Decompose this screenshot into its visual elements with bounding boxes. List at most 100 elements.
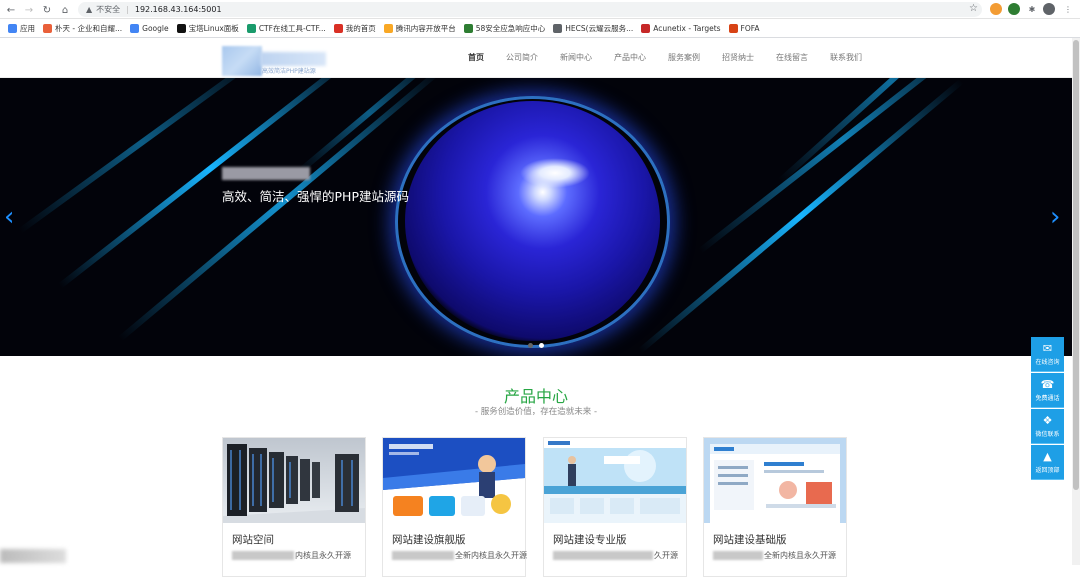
nav-item[interactable]: 公司简介 xyxy=(506,52,538,63)
bookmark-item[interactable]: HECS(云耀云服务... xyxy=(553,23,633,34)
warning-icon: ▲ xyxy=(86,5,93,14)
phone-icon: ☎ xyxy=(1040,377,1055,391)
address-separator: | xyxy=(126,5,129,14)
bookmark-favicon-icon xyxy=(246,23,256,33)
forward-icon[interactable]: → xyxy=(21,2,37,18)
side-tool-consult[interactable]: ✉ 在线咨询 xyxy=(1031,337,1064,372)
bookmark-item[interactable]: 腾讯内容开放平台 xyxy=(383,23,456,34)
back-icon[interactable]: ← xyxy=(3,2,19,18)
side-tool-label: 微信联系 xyxy=(1035,430,1060,438)
bookmark-item[interactable]: 58安全应急响应中心 xyxy=(463,23,546,34)
slide-dot[interactable] xyxy=(539,343,544,348)
bookmark-favicon-icon xyxy=(130,23,140,33)
product-image-flagship xyxy=(383,438,525,523)
product-card[interactable]: 网站建设专业版 久开源 xyxy=(543,437,687,577)
bookmark-favicon-icon xyxy=(176,23,186,33)
scrollbar-thumb[interactable] xyxy=(1073,40,1079,490)
product-name: 网站建设旗舰版 xyxy=(392,534,466,546)
extension-icon-1[interactable] xyxy=(990,3,1002,15)
logo-text-blur xyxy=(260,52,326,66)
side-tool-call[interactable]: ☎ 免费通话 xyxy=(1031,373,1064,408)
nav-item[interactable]: 联系我们 xyxy=(830,52,862,63)
slide-dot[interactable] xyxy=(528,343,533,348)
product-card[interactable]: 网站建设基础版 全新内核且永久开源 xyxy=(703,437,847,577)
blurred-text xyxy=(713,551,763,560)
site-header: 高效简洁PHP建站源 首页 公司简介 新闻中心 产品中心 服务案例 招贤纳士 在线留言 联系我… xyxy=(0,38,1072,78)
bookmark-item[interactable]: 应用 xyxy=(8,23,35,34)
hero-blurred-label xyxy=(222,167,310,180)
bookmark-label: FOFA xyxy=(740,23,760,33)
product-desc: 全新内核且永久开源 xyxy=(392,550,527,561)
side-tool-top[interactable]: ▲ 返回顶部 xyxy=(1031,445,1064,480)
nav-item[interactable]: 服务案例 xyxy=(668,52,700,63)
bookmark-item[interactable]: 我的首页 xyxy=(333,23,376,34)
hero-flare xyxy=(520,158,590,188)
bookmark-item[interactable]: Acunetix - Targets xyxy=(641,23,721,33)
avatar-icon[interactable] xyxy=(1043,3,1055,15)
reload-icon[interactable]: ↻ xyxy=(39,2,55,18)
product-desc-text: 内核且永久开源 xyxy=(295,551,351,560)
nav-item[interactable]: 产品中心 xyxy=(614,52,646,63)
product-card[interactable]: 网站空间 内核且永久开源 xyxy=(222,437,366,577)
product-name: 网站建设专业版 xyxy=(553,534,627,546)
blurred-text xyxy=(232,551,294,560)
bookmark-item[interactable]: CTF在线工具-CTF... xyxy=(246,23,326,34)
bookmark-label: CTF在线工具-CTF... xyxy=(258,23,326,33)
side-tool-label: 免费通话 xyxy=(1035,394,1060,402)
product-card[interactable]: 网站建设旗舰版 全新内核且永久开源 xyxy=(382,437,527,577)
address-bar[interactable]: ▲ 不安全 | 192.168.43.164:5001 ☆ xyxy=(78,2,982,17)
bookmark-favicon-icon xyxy=(43,23,52,33)
bookmark-label: 我的首页 xyxy=(345,23,376,33)
product-image-servers xyxy=(223,438,365,523)
prev-slide-icon[interactable]: ‹ xyxy=(4,202,18,232)
hero-title: 高效、简洁、强悍的PHP建站源码 xyxy=(222,189,409,204)
side-tool-wechat[interactable]: ❖ 微信联系 xyxy=(1031,409,1064,444)
security-label: 不安全 xyxy=(96,5,121,14)
products-title: 产品中心 xyxy=(503,387,568,406)
product-image-basic xyxy=(704,438,846,523)
product-desc-text: 全新内核且永久开源 xyxy=(455,551,527,560)
bookmark-favicon-icon xyxy=(383,23,393,33)
product-desc-text: 久开源 xyxy=(654,551,678,560)
main-nav: 首页 公司简介 新闻中心 产品中心 服务案例 招贤纳士 在线留言 联系我们 xyxy=(468,52,884,63)
next-slide-icon[interactable]: › xyxy=(1050,202,1064,232)
home-icon[interactable]: ⌂ xyxy=(57,2,73,18)
hero-light-stripe xyxy=(777,78,1005,184)
site-logo[interactable]: 高效简洁PHP建站源 xyxy=(222,46,328,76)
hero-light-stripe xyxy=(698,78,986,254)
bookmark-favicon-icon xyxy=(553,23,563,33)
logo-mark xyxy=(222,46,262,76)
bookmark-item[interactable]: 朴天 - 企业和自耀... xyxy=(43,23,122,34)
bookmark-favicon-icon xyxy=(8,23,17,33)
product-desc: 内核且永久开源 xyxy=(232,550,351,561)
arrow-up-icon: ▲ xyxy=(1043,449,1052,463)
bookmark-label: 朴天 - 企业和自耀... xyxy=(55,23,123,33)
bookmark-label: 58安全应急响应中心 xyxy=(475,23,546,33)
products-subtitle: - 服务创造价值，存在造就未来 - xyxy=(474,407,598,417)
bookmark-label: Acunetix - Targets xyxy=(653,23,721,33)
bookmark-item[interactable]: 宝塔Linux面板 xyxy=(176,23,239,34)
bookmarks-bar: 应用 朴天 - 企业和自耀... Google 宝塔Linux面板 CTF在线工具-CT… xyxy=(0,19,1080,38)
product-image-pro xyxy=(544,438,686,523)
nav-item[interactable]: 在线留言 xyxy=(776,52,808,63)
hero-banner: 高效、简洁、强悍的PHP建站源码 ‹ › xyxy=(0,78,1072,356)
bookmark-item[interactable]: Google xyxy=(130,23,169,33)
blurred-text xyxy=(553,551,653,560)
bookmark-star-icon[interactable]: ☆ xyxy=(969,3,978,14)
bookmark-favicon-icon xyxy=(728,23,738,33)
wechat-icon: ❖ xyxy=(1042,413,1053,427)
bookmark-label: Google xyxy=(142,23,169,33)
hero-light-stripe xyxy=(638,78,964,354)
nav-item[interactable]: 招贤纳士 xyxy=(722,52,754,63)
menu-icon[interactable]: ⋮ xyxy=(1062,3,1074,15)
bookmark-favicon-icon xyxy=(333,23,343,33)
product-desc-text: 全新内核且永久开源 xyxy=(764,551,836,560)
extension-icon-2[interactable] xyxy=(1008,3,1020,15)
hero-light-stripe xyxy=(58,78,362,289)
bookmark-item[interactable]: FOFA xyxy=(728,23,760,33)
puzzle-icon[interactable]: ✱ xyxy=(1026,3,1038,15)
nav-item[interactable]: 新闻中心 xyxy=(560,52,592,63)
side-tool-label: 在线咨询 xyxy=(1035,358,1060,366)
nav-item[interactable]: 首页 xyxy=(468,52,484,63)
bookmark-favicon-icon xyxy=(463,23,473,33)
